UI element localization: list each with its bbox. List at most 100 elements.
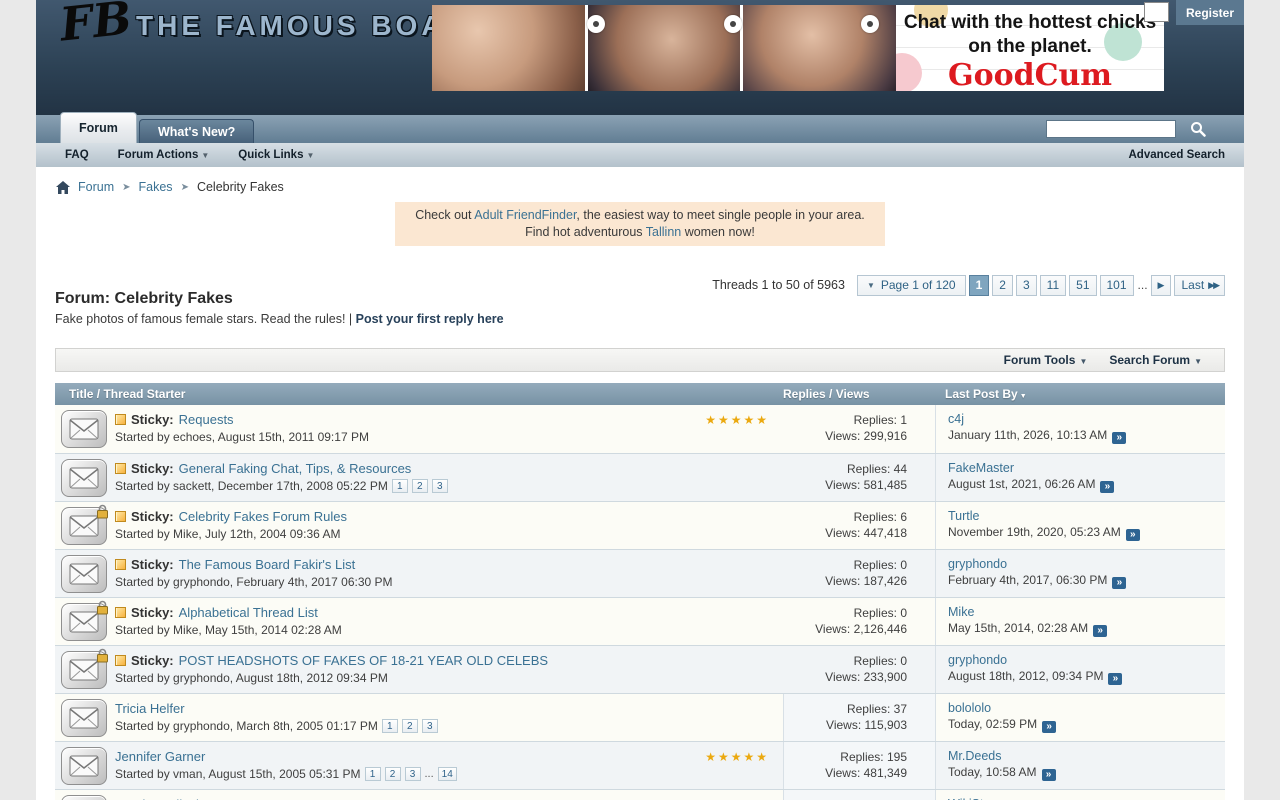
- page-button-3[interactable]: 3: [1016, 275, 1037, 296]
- last-post-user[interactable]: bolololo: [948, 700, 991, 716]
- tab-forum[interactable]: Forum: [60, 112, 137, 143]
- subnav-faq[interactable]: FAQ: [65, 149, 89, 161]
- last-post-date: Today, 02:59 PM»: [948, 716, 1225, 733]
- thread-started-by: Started by gryphondo, August 18th, 2012 …: [115, 671, 388, 685]
- site-logo[interactable]: FB: [57, 0, 134, 52]
- last-post-user[interactable]: gryphondo: [948, 556, 1007, 572]
- go-to-last-post-icon[interactable]: »: [1093, 625, 1107, 637]
- table-row: Sticky:The Famous Board Fakir's ListStar…: [55, 549, 1225, 597]
- go-to-last-post-icon[interactable]: »: [1042, 721, 1056, 733]
- page-button-11[interactable]: 11: [1040, 275, 1066, 296]
- envelope-icon: [61, 699, 107, 737]
- column-replies-views[interactable]: Replies / Views: [783, 387, 935, 401]
- thread-icon-cell: [55, 405, 115, 453]
- next-page-button[interactable]: ▶: [1151, 275, 1172, 296]
- last-post-user[interactable]: WikiStars: [948, 796, 1001, 800]
- notice-link-friendfinder[interactable]: Adult FriendFinder: [474, 208, 576, 222]
- go-to-last-post-icon[interactable]: »: [1112, 432, 1126, 444]
- envelope-icon: [61, 747, 107, 785]
- thread-title-line: Sticky:The Famous Board Fakir's List: [115, 555, 783, 573]
- replies-views-cell: Replies: 0Views: 233,900: [783, 646, 935, 693]
- search-forum-menu[interactable]: Search Forum▼: [1109, 353, 1202, 367]
- thread-starter-line: Started by Mike, May 15th, 2014 02:28 AM: [115, 623, 783, 637]
- views-count: Views: 481,349: [784, 765, 907, 781]
- thread-title-link[interactable]: Jennifer Garner: [115, 749, 205, 764]
- advanced-search-link[interactable]: Advanced Search: [1128, 149, 1225, 161]
- page-button-2[interactable]: 2: [992, 275, 1013, 296]
- subnav-quick-links[interactable]: Quick Links▼: [238, 149, 314, 161]
- thread-icon-cell: [55, 502, 115, 549]
- search-input[interactable]: [1046, 120, 1176, 138]
- thread-page-button-2[interactable]: 2: [385, 767, 401, 781]
- last-post-user[interactable]: c4j: [948, 411, 964, 427]
- page-button-51[interactable]: 51: [1069, 275, 1096, 296]
- thread-title-link[interactable]: POST HEADSHOTS OF FAKES OF 18-21 YEAR OL…: [179, 653, 548, 668]
- forum-tools-menu[interactable]: Forum Tools▼: [1004, 353, 1088, 367]
- ad-brand: GoodCum: [896, 59, 1164, 91]
- thread-main-cell: Tricia Helfer Started by gryphondo, March…: [115, 694, 783, 741]
- thread-title-link[interactable]: Celebrity Fakes Forum Rules: [179, 509, 347, 524]
- last-post-user[interactable]: FakeMaster: [948, 460, 1014, 476]
- subnav-forum-actions[interactable]: Forum Actions▼: [118, 149, 210, 161]
- threads-count-label: Threads 1 to 50 of 5963: [712, 278, 845, 292]
- column-last-post-by[interactable]: Last Post By▼: [935, 387, 1225, 401]
- thread-page-button-2[interactable]: 2: [402, 719, 418, 733]
- last-post-user[interactable]: Mike: [948, 604, 974, 620]
- thread-page-button-3[interactable]: 3: [422, 719, 438, 733]
- ad-banner[interactable]: Chat with the hottest chicks on the plan…: [432, 5, 1164, 91]
- login-field-fragment[interactable]: [1144, 2, 1169, 22]
- thread-page-button-3[interactable]: 3: [405, 767, 421, 781]
- page-selector-dropdown[interactable]: ▼Page 1 of 120: [857, 275, 966, 296]
- thread-title-link[interactable]: Tricia Helfer: [115, 701, 185, 716]
- notice-link-tallinn[interactable]: Tallinn: [646, 225, 681, 239]
- thread-page-button-1[interactable]: 1: [392, 479, 408, 493]
- go-to-last-post-icon[interactable]: »: [1112, 577, 1126, 589]
- tab-whats-new[interactable]: What's New?: [139, 119, 254, 143]
- replies-views-cell: Replies: 37Views: 115,903: [783, 694, 935, 741]
- thread-title-link[interactable]: General Faking Chat, Tips, & Resources: [179, 461, 412, 476]
- page-button-101[interactable]: 101: [1100, 275, 1134, 296]
- ad-photos: [432, 5, 896, 91]
- thread-page-button-3[interactable]: 3: [432, 479, 448, 493]
- breadcrumb-forum[interactable]: Forum: [78, 180, 114, 194]
- go-to-last-post-icon[interactable]: »: [1100, 481, 1114, 493]
- go-to-last-post-icon[interactable]: »: [1042, 769, 1056, 781]
- home-icon[interactable]: [56, 181, 70, 194]
- thread-title-link[interactable]: Alphabetical Thread List: [179, 605, 318, 620]
- thread-page-button-1[interactable]: 1: [365, 767, 381, 781]
- tab-bar: Forum What's New?: [36, 115, 1244, 143]
- thread-started-by: Started by echoes, August 15th, 2011 09:…: [115, 430, 369, 444]
- chevron-down-icon: ▼: [1079, 357, 1087, 366]
- table-row: Sticky:RequestsStarted by echoes, August…: [55, 405, 1225, 453]
- thread-page-button-2[interactable]: 2: [412, 479, 428, 493]
- page-button-1[interactable]: 1: [969, 275, 990, 296]
- column-title-thread-starter[interactable]: Title / Thread Starter: [55, 387, 783, 401]
- thread-page-button-1[interactable]: 1: [382, 719, 398, 733]
- go-to-last-post-icon[interactable]: »: [1126, 529, 1140, 541]
- last-post-user[interactable]: Mr.Deeds: [948, 748, 1002, 764]
- thread-title-link[interactable]: Requests: [179, 412, 234, 427]
- register-button[interactable]: Register: [1176, 0, 1244, 25]
- forum-toolbar: Forum Tools▼ Search Forum▼: [55, 348, 1225, 372]
- replies-count: Replies: 0: [783, 653, 907, 669]
- first-reply-link[interactable]: Post your first reply here: [356, 312, 504, 326]
- thread-title-link[interactable]: The Famous Board Fakir's List: [179, 557, 356, 572]
- lock-icon: [96, 600, 109, 615]
- last-post-user[interactable]: gryphondo: [948, 652, 1007, 668]
- last-page-button[interactable]: Last▶▶: [1174, 275, 1225, 296]
- thread-title-link[interactable]: Sandra Bullock: [115, 797, 202, 800]
- chevron-down-icon: ▼: [306, 151, 314, 160]
- search-icon[interactable]: [1190, 121, 1206, 137]
- table-row: Jennifer GarnerStarted by vman, August 1…: [55, 741, 1225, 789]
- thread-started-by: Started by gryphondo, March 8th, 2005 01…: [115, 719, 378, 733]
- sticky-prefix: Sticky:: [131, 653, 174, 668]
- go-to-last-post-icon[interactable]: »: [1108, 673, 1122, 685]
- views-count: Views: 2,126,446: [783, 621, 907, 637]
- thread-started-by: Started by sackett, December 17th, 2008 …: [115, 479, 388, 493]
- last-post-user[interactable]: Turtle: [948, 508, 980, 524]
- replies-views-cell: Replies: 0Views: 187,426: [783, 550, 935, 597]
- thread-page-button-14[interactable]: 14: [438, 767, 457, 781]
- breadcrumb-fakes[interactable]: Fakes: [139, 180, 173, 194]
- thread-title-line: Sticky:General Faking Chat, Tips, & Reso…: [115, 459, 783, 477]
- envelope-icon: [61, 459, 107, 497]
